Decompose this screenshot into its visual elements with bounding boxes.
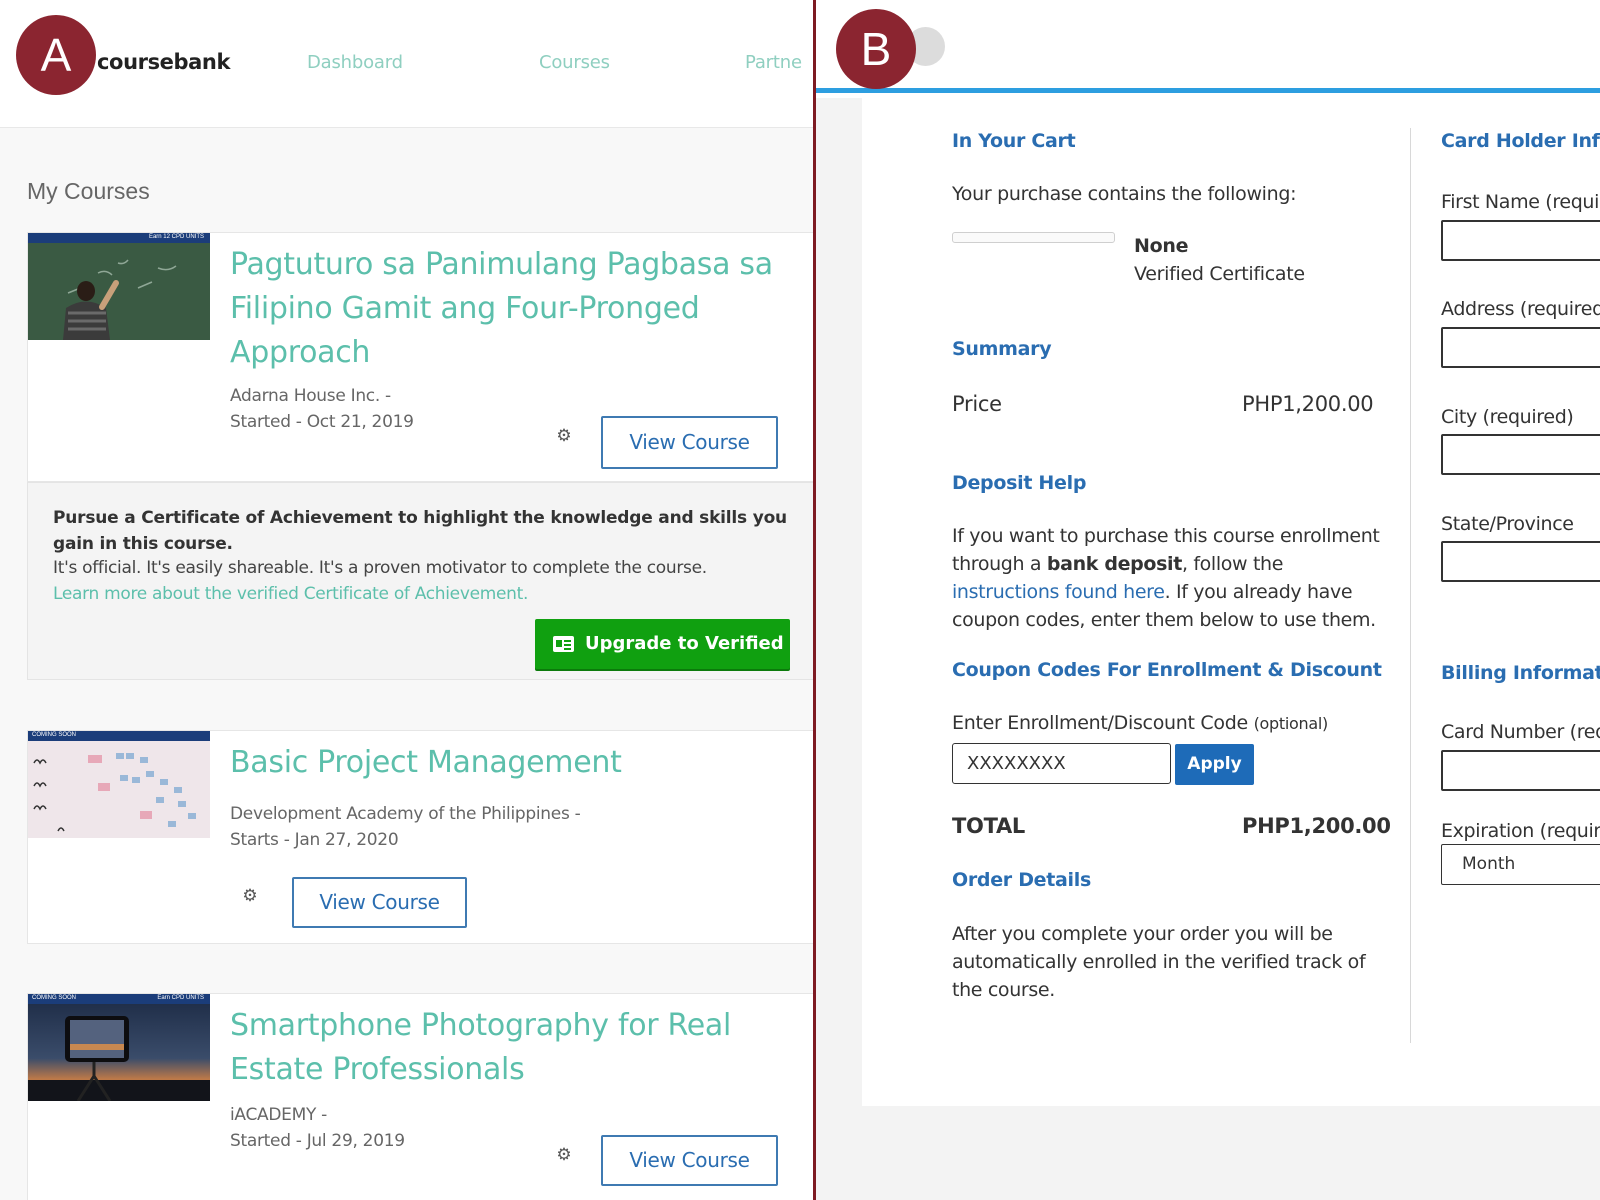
panel-a-marker: A (16, 15, 96, 95)
upsell-heading: Pursue a Certificate of Achievement to h… (53, 508, 787, 554)
gear-icon[interactable]: ⚙ (556, 427, 572, 444)
checkout-card: In Your Cart Your purchase contains the … (862, 98, 1600, 1106)
nav-partners[interactable]: Partne (745, 52, 802, 73)
city-label: City (required) (1441, 406, 1574, 428)
course-title[interactable]: Smartphone Photography for Real Estate P… (230, 1004, 790, 1092)
upgrade-to-verified-button[interactable]: Upgrade to Verified (535, 619, 790, 669)
classroom-image (28, 233, 210, 340)
cart-item-type: Verified Certificate (1134, 263, 1305, 285)
checkout-header (816, 0, 1600, 93)
total-value: PHP1,200.00 (1242, 814, 1391, 838)
apply-button[interactable]: Apply (1175, 744, 1254, 785)
billing-heading: Billing Information (1441, 662, 1600, 684)
upgrade-button-label: Upgrade to Verified (585, 633, 784, 654)
column-divider (1410, 128, 1411, 1043)
card-holder-heading: Card Holder Informa (1441, 130, 1600, 152)
coupon-heading: Coupon Codes For Enrollment & Discount (952, 659, 1382, 681)
thumbnail-ribbon: COMING SOON (28, 731, 210, 741)
course-thumbnail[interactable]: Earn 12 CPD UNITS (28, 233, 210, 340)
price-label: Price (952, 392, 1002, 416)
learn-more-link[interactable]: Learn more about the verified Certificat… (53, 584, 528, 604)
whiteboard-image (28, 731, 210, 838)
card-number-label: Card Number (requir (1441, 721, 1600, 743)
top-navigation-bar: coursebank Dashboard Courses Partne (0, 0, 813, 128)
coupon-code-input[interactable]: XXXXXXXX (952, 743, 1171, 784)
gear-icon[interactable]: ⚙ (242, 887, 258, 904)
city-input[interactable] (1441, 434, 1600, 475)
thumbnail-ribbon: COMING SOON Earn CPD UNITS (28, 994, 210, 1004)
order-details-heading: Order Details (952, 869, 1091, 891)
course-date: Started - Jul 29, 2019 (230, 1131, 405, 1151)
address-input[interactable] (1441, 327, 1600, 368)
panel-b-marker: B (836, 9, 916, 89)
course-thumbnail[interactable]: COMING SOON Earn CPD UNITS (28, 994, 210, 1101)
view-course-button[interactable]: View Course (601, 416, 778, 469)
upsell-description: It's official. It's easily shareable. It… (53, 558, 707, 578)
in-your-cart-heading: In Your Cart (952, 130, 1076, 152)
view-course-button[interactable]: View Course (292, 877, 467, 928)
my-courses-heading: My Courses (27, 178, 150, 204)
gear-icon[interactable]: ⚙ (556, 1146, 572, 1163)
course-thumbnail[interactable]: COMING SOON (28, 731, 210, 838)
thumbnail-ribbon: Earn 12 CPD UNITS (28, 233, 210, 243)
course-organization: Adarna House Inc. - (230, 386, 391, 406)
smartphone-photo-image (28, 994, 210, 1101)
course-card: COMING SOON Basic Project Management Dev… (27, 730, 813, 944)
state-label: State/Province (1441, 513, 1574, 535)
card-number-input[interactable] (1441, 750, 1600, 791)
course-organization: iACADEMY - (230, 1105, 327, 1125)
bank-deposit-text: bank deposit (1046, 553, 1182, 575)
deposit-help-heading: Deposit Help (952, 472, 1087, 494)
address-label: Address (required) (1441, 298, 1600, 320)
course-title[interactable]: Pagtuturo sa Panimulang Pagbasa sa Filip… (230, 243, 790, 375)
expiration-month-select[interactable]: Month (1441, 844, 1600, 885)
order-details-text: After you complete your order you will b… (952, 923, 1366, 1001)
course-organization: Development Academy of the Philippines - (230, 804, 581, 824)
price-value: PHP1,200.00 (1242, 392, 1374, 416)
first-name-label: First Name (required) (1441, 191, 1600, 213)
course-title[interactable]: Basic Project Management (230, 741, 790, 785)
expiration-label: Expiration (required) (1441, 820, 1600, 842)
certificate-icon (553, 636, 574, 652)
checkout-panel: In Your Cart Your purchase contains the … (816, 0, 1600, 1200)
coupon-optional-hint: (optional) (1253, 714, 1329, 733)
total-label: TOTAL (952, 814, 1026, 838)
deposit-help-text: If you want to purchase this course enro… (952, 525, 1380, 631)
coupon-label: Enter Enrollment/Discount Code (optional… (952, 712, 1328, 734)
cart-item-thumbnail (952, 232, 1115, 243)
course-card: Earn 12 CPD UNITS Pagtuturo sa Panimulan… (27, 232, 813, 482)
cart-intro: Your purchase contains the following: (952, 183, 1297, 205)
instructions-link[interactable]: instructions found here (952, 581, 1165, 603)
nav-courses[interactable]: Courses (539, 52, 610, 73)
state-input[interactable] (1441, 541, 1600, 582)
view-course-button[interactable]: View Course (601, 1135, 778, 1186)
course-date: Starts - Jan 27, 2020 (230, 830, 399, 850)
nav-dashboard[interactable]: Dashboard (307, 52, 403, 73)
verified-upsell-box: Pursue a Certificate of Achievement to h… (27, 482, 813, 680)
cart-item-name: None (1134, 235, 1189, 257)
coursebank-dashboard-panel: coursebank Dashboard Courses Partne My C… (0, 0, 813, 1200)
course-card: COMING SOON Earn CPD UNITS Smartphone Pho… (27, 993, 813, 1200)
first-name-input[interactable] (1441, 220, 1600, 261)
checkout-body: In Your Cart Your purchase contains the … (816, 98, 1600, 1200)
coursebank-logo[interactable]: coursebank (97, 50, 230, 74)
course-date: Started - Oct 21, 2019 (230, 412, 414, 432)
summary-heading: Summary (952, 338, 1052, 360)
